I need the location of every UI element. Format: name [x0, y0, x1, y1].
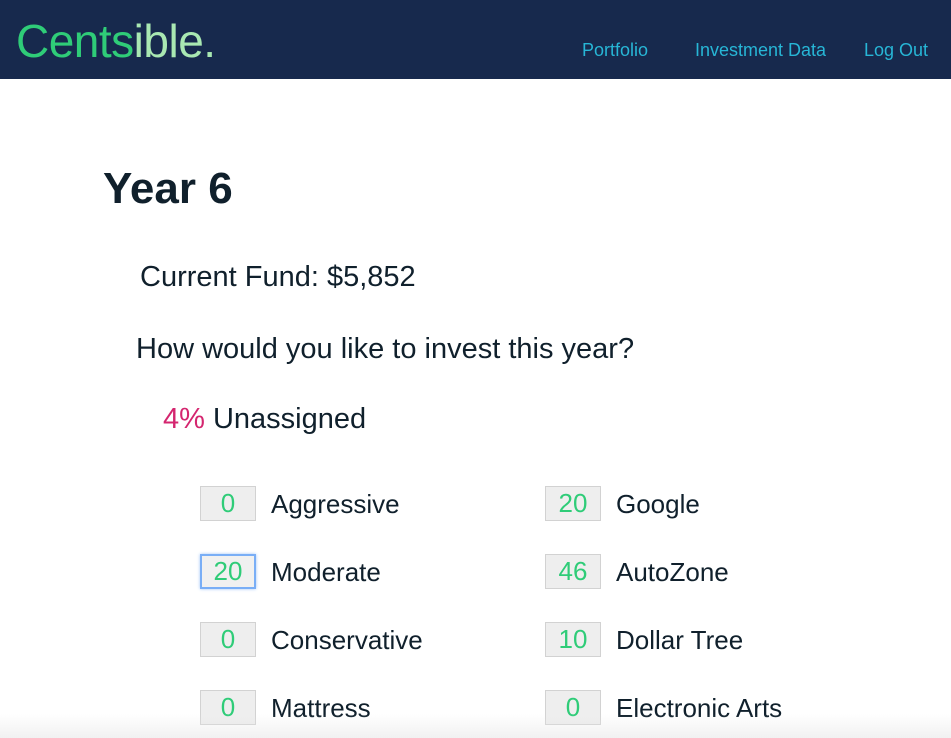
mattress-label: Mattress	[271, 693, 371, 723]
logo-text-part2: ible.	[133, 15, 216, 67]
dollar-tree-input[interactable]	[545, 622, 601, 657]
electronic-arts-label: Electronic Arts	[616, 693, 783, 723]
current-fund: Current Fund: $5,852	[140, 261, 416, 293]
electronic-arts-input[interactable]	[545, 690, 601, 725]
dollar-tree-label: Dollar Tree	[616, 625, 744, 655]
mattress-input[interactable]	[200, 690, 256, 725]
autozone-label: AutoZone	[616, 557, 729, 587]
logo[interactable]: Centsible.	[16, 14, 216, 68]
conservative-input[interactable]	[200, 622, 256, 657]
aggressive-input[interactable]	[200, 486, 256, 521]
unassigned-percent: 4%	[163, 403, 205, 435]
nav-investment-data-link[interactable]: Investment Data	[695, 38, 826, 62]
navbar: Centsible. Portfolio Investment Data Log…	[0, 0, 951, 79]
moderate-label: Moderate	[271, 557, 381, 587]
google-input[interactable]	[545, 486, 601, 521]
moderate-input[interactable]	[200, 554, 256, 589]
invest-question: How would you like to invest this year?	[136, 333, 635, 365]
unassigned-label: Unassigned	[204, 403, 367, 435]
google-label: Google	[616, 489, 700, 519]
aggressive-label: Aggressive	[271, 489, 400, 519]
conservative-label: Conservative	[271, 625, 423, 655]
bottom-fade	[0, 714, 951, 738]
logo-text-part1: Cents	[16, 15, 134, 67]
unassigned-status: 4% Unassigned	[163, 401, 366, 437]
autozone-input[interactable]	[545, 554, 601, 589]
page-title: Year 6	[103, 164, 233, 213]
nav-portfolio-link[interactable]: Portfolio	[582, 38, 648, 62]
nav-logout-link[interactable]: Log Out	[864, 38, 928, 62]
